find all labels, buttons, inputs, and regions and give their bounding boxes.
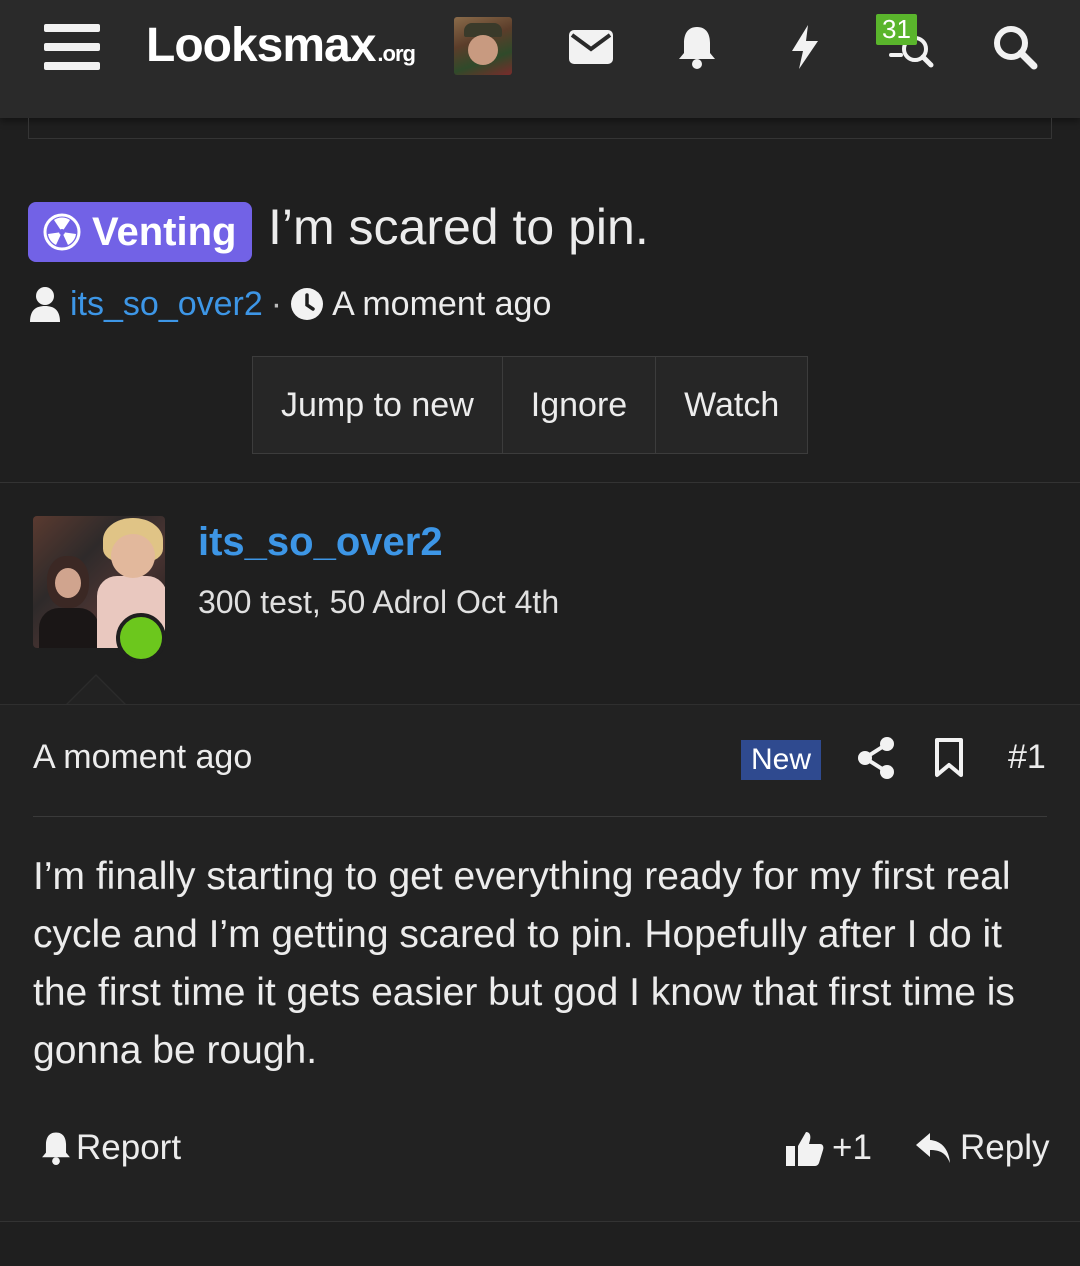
menu-icon[interactable] [44,24,100,72]
thread-actions: Jump to new Ignore Watch [252,356,809,454]
thumbs-up-icon [786,1132,824,1166]
post-content: I’m finally starting to get everything r… [33,855,1015,1072]
jump-to-new-button[interactable]: Jump to new [253,357,503,453]
post-author-title: 300 test, 50 Adrol Oct 4th [198,584,560,620]
section-divider [0,482,1080,483]
online-status-indicator [116,613,166,663]
logo-suffix: .org [377,41,416,66]
search-icon[interactable] [990,22,1040,72]
bell-icon[interactable] [672,22,722,72]
bookmark-icon[interactable] [934,738,964,778]
ignore-button[interactable]: Ignore [503,357,657,453]
header-spacer [28,118,1052,139]
post-header-divider [33,816,1047,817]
report-button[interactable]: Report [40,1128,181,1168]
post-pointer-fill [68,676,124,704]
like-count: +1 [832,1128,872,1167]
bell-icon [42,1132,70,1165]
reply-button[interactable]: Reply [914,1128,1049,1168]
top-navigation-bar: Looksmax.org 31 [0,0,1080,118]
post-author-name[interactable]: its_so_over2 [198,520,443,565]
post-number[interactable]: #1 [1008,738,1046,777]
site-logo[interactable]: Looksmax.org [146,18,416,73]
thread-author-link[interactable]: its_so_over2 [70,285,263,324]
thread-title: I’m scared to pin. [268,199,649,255]
reply-icon [916,1133,950,1163]
share-icon[interactable] [856,736,896,780]
clock-icon [291,288,324,320]
post-time[interactable]: A moment ago [33,738,252,777]
thread-meta: its_so_over2 · A moment ago [28,282,551,326]
logo-text: Looksmax [146,19,376,72]
alerts-count-badge[interactable]: 31 [876,14,917,45]
watch-button[interactable]: Watch [656,357,807,453]
report-label: Report [76,1128,182,1167]
envelope-icon[interactable] [566,22,616,72]
radiation-icon [43,213,81,251]
meta-separator: · [270,284,283,323]
thread-prefix-badge[interactable]: Venting [28,202,253,262]
bolt-icon[interactable] [780,22,830,72]
like-button[interactable]: +1 [784,1128,872,1168]
user-icon [30,287,60,322]
reply-label: Reply [960,1128,1050,1167]
thread-time[interactable]: A moment ago [332,285,551,324]
thread-prefix-label: Venting [92,209,237,254]
new-badge: New [741,740,821,780]
user-avatar[interactable] [454,17,512,75]
